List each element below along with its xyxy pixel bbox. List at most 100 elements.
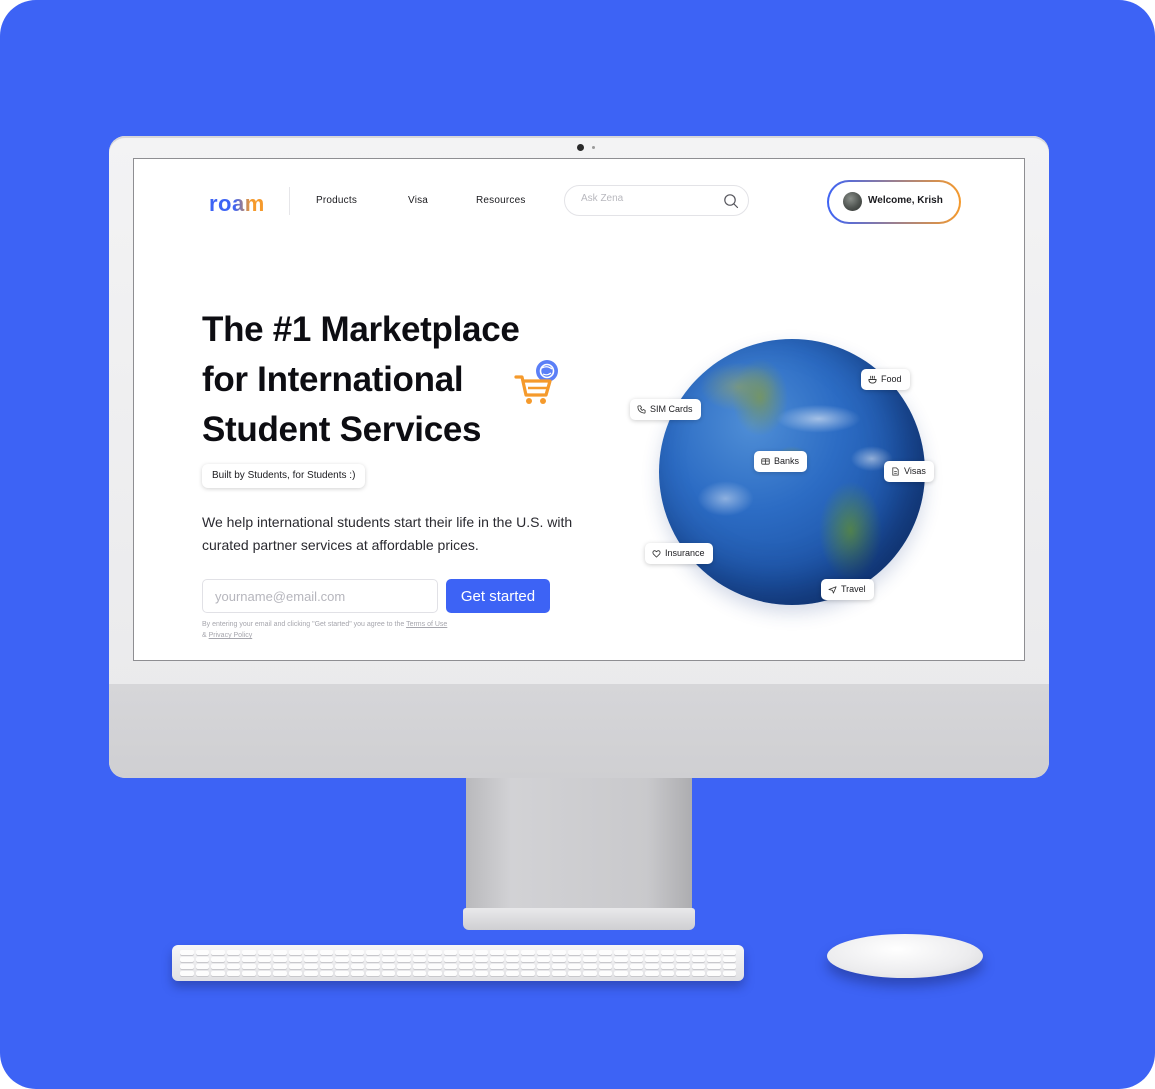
keyboard-key (598, 950, 612, 955)
search-input[interactable] (581, 193, 711, 204)
keyboard-key (629, 971, 643, 976)
keyboard-key (211, 964, 225, 969)
magic-mouse (827, 934, 983, 978)
terms-link[interactable]: Terms of Use (406, 621, 447, 628)
keyboard-key (722, 971, 736, 976)
tag-banks[interactable]: Banks (754, 451, 808, 472)
keyboard-key (660, 957, 674, 962)
keyboard-key (257, 971, 271, 976)
plane-icon (828, 586, 837, 594)
keyboard-key (505, 957, 519, 962)
keyboard-key (180, 950, 194, 955)
keyboard-key (459, 964, 473, 969)
food-icon (868, 375, 877, 384)
keyboard-key (273, 964, 287, 969)
keyboard-key (443, 964, 457, 969)
keyboard-key (598, 957, 612, 962)
keyboard-key (366, 950, 380, 955)
keyboard-key (242, 950, 256, 955)
get-started-button[interactable]: Get started (446, 579, 550, 613)
nav-divider (289, 187, 290, 215)
keyboard-key (350, 957, 364, 962)
headline-line-1: The #1 Marketplace (202, 310, 520, 349)
tag-visas[interactable]: Visas (884, 461, 934, 482)
keyboard-key (722, 957, 736, 962)
keyboard-key (397, 971, 411, 976)
keyboard-key (381, 957, 395, 962)
keyboard-key (195, 950, 209, 955)
keyboard-key (257, 957, 271, 962)
keyboard-key (366, 971, 380, 976)
keyboard-key (505, 964, 519, 969)
keyboard-key (335, 957, 349, 962)
keyboard-key (335, 950, 349, 955)
keyboard-key (614, 957, 628, 962)
keyboard-key (645, 964, 659, 969)
monitor-stand-foot (463, 908, 695, 930)
keyboard-key (629, 957, 643, 962)
keyboard-key (474, 971, 488, 976)
roam-logo[interactable]: roam (209, 191, 265, 217)
keyboard-key (335, 964, 349, 969)
keyboard-key (459, 971, 473, 976)
keyboard-key (180, 971, 194, 976)
keyboard-key (211, 971, 225, 976)
keyboard-key (722, 964, 736, 969)
keyboard-key (490, 971, 504, 976)
keyboard-key (552, 957, 566, 962)
welcome-user-button[interactable]: Welcome, Krish (827, 180, 961, 224)
search-icon[interactable] (723, 193, 739, 209)
tag-insurance[interactable]: Insurance (645, 543, 713, 564)
keyboard-key (614, 964, 628, 969)
keyboard-key (397, 950, 411, 955)
nav-link-resources[interactable]: Resources (476, 195, 526, 206)
privacy-link[interactable]: Privacy Policy (209, 632, 253, 639)
keyboard-key (490, 957, 504, 962)
nav-link-products[interactable]: Products (316, 195, 357, 206)
keyboard-key (397, 964, 411, 969)
keyboard-key (676, 971, 690, 976)
tag-sim-cards[interactable]: SIM Cards (630, 399, 701, 420)
keyboard-key (195, 957, 209, 962)
keyboard-key (645, 971, 659, 976)
keyboard-key (180, 964, 194, 969)
keyboard-key (707, 957, 721, 962)
keyboard-key (676, 964, 690, 969)
keyboard-key (521, 971, 535, 976)
keyboard-key (366, 964, 380, 969)
keyboard-key (428, 950, 442, 955)
keyboard-key (304, 957, 318, 962)
keyboard-key (536, 971, 550, 976)
keyboard-key (412, 971, 426, 976)
keyboard-key (598, 971, 612, 976)
monitor-stand (466, 778, 692, 910)
keyboard-key (474, 964, 488, 969)
document-icon (892, 467, 899, 476)
monitor-chin (109, 684, 1049, 778)
tag-travel-label: Travel (841, 584, 866, 594)
tag-food[interactable]: Food (861, 369, 910, 390)
keyboard-key (521, 964, 535, 969)
keyboard-key (614, 971, 628, 976)
keyboard-key (691, 957, 705, 962)
keyboard-key (505, 950, 519, 955)
keyboard-key (691, 950, 705, 955)
legal-and: & (202, 632, 207, 639)
built-by-students-badge: Built by Students, for Students :) (202, 464, 366, 488)
keyboard-key (319, 971, 333, 976)
email-field[interactable] (202, 579, 438, 613)
keyboard-key (645, 950, 659, 955)
keyboard-key (412, 950, 426, 955)
keyboard-key (242, 971, 256, 976)
keyboard-key (552, 964, 566, 969)
keyboard-key (288, 957, 302, 962)
keyboard-key (319, 950, 333, 955)
tag-travel[interactable]: Travel (821, 579, 874, 600)
nav-link-visa[interactable]: Visa (408, 195, 428, 206)
keyboard-key (583, 971, 597, 976)
keyboard-key (257, 964, 271, 969)
keyboard-key (211, 957, 225, 962)
keyboard-key (443, 950, 457, 955)
keyboard-key (474, 957, 488, 962)
keyboard-key (273, 957, 287, 962)
